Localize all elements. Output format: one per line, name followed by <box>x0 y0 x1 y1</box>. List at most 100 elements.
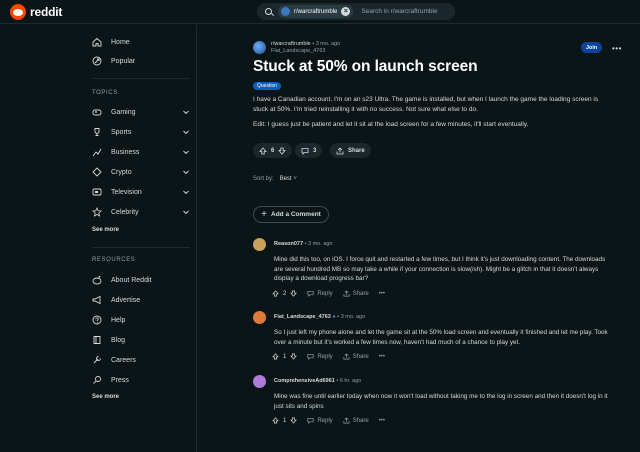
share-button[interactable]: Share <box>343 290 369 297</box>
comment-body: Mine did this too, on iOS. I force quit … <box>274 256 606 282</box>
downvote-icon[interactable] <box>278 147 287 155</box>
subreddit-avatar[interactable] <box>253 41 266 54</box>
left-sidebar: Home Popular TOPICS Gaming Sports Busine… <box>84 25 197 452</box>
comment-body: So I just left my phone alone and let th… <box>274 329 608 346</box>
sidebar-item-crypto[interactable]: Crypto <box>92 164 190 180</box>
divider <box>92 78 190 79</box>
comment-icon <box>307 290 314 297</box>
comment-time: • 3 mo. ago <box>304 241 333 247</box>
sidebar-item-label: About Reddit <box>111 276 152 284</box>
subreddit-search-chip[interactable]: r/warcraftrumble × <box>278 5 354 18</box>
comments-button[interactable]: 3 <box>295 143 323 158</box>
chevron-down-icon[interactable] <box>182 148 190 156</box>
see-more-topics-button[interactable]: See more <box>92 227 119 233</box>
crypto-icon <box>92 167 102 177</box>
sidebar-item-blog[interactable]: Blog <box>92 332 190 348</box>
comment-author[interactable]: Flat_Landscape_4763 <box>274 314 331 320</box>
post-author[interactable]: Flat_Landscape_4763 <box>271 48 340 54</box>
comment-author[interactable]: ComprehensiveAd6961 <box>274 378 335 384</box>
upvote-icon[interactable] <box>272 353 279 360</box>
reply-button[interactable]: Reply <box>307 417 333 424</box>
comment-icon <box>307 417 314 424</box>
add-comment-button[interactable]: + Add a Comment <box>253 206 329 223</box>
search-bar[interactable]: r/warcraftrumble × Search in r/warcraftr… <box>257 3 455 20</box>
post-meta: r/warcraftrumble • 3 mo. ago Flat_Landsc… <box>271 41 340 54</box>
sidebar-item-press[interactable]: Press <box>92 372 190 388</box>
downvote-icon[interactable] <box>290 353 298 360</box>
sidebar-item-advertise[interactable]: Advertise <box>92 292 190 308</box>
reply-label: Reply <box>317 353 333 360</box>
mic-icon <box>92 375 102 385</box>
sidebar-item-celebrity[interactable]: Celebrity <box>92 204 190 220</box>
avatar[interactable] <box>253 238 266 251</box>
search-input[interactable]: Search in r/warcraftrumble <box>361 8 437 15</box>
post-flair[interactable]: Question <box>253 82 282 90</box>
reddit-logo[interactable]: reddit <box>10 4 62 20</box>
reddit-snoo-icon <box>10 4 26 20</box>
comment-vote-count: 2 <box>283 290 287 297</box>
sidebar-item-gaming[interactable]: Gaming <box>92 104 190 120</box>
sidebar-item-popular[interactable]: Popular <box>92 53 190 69</box>
sidebar-item-label: Popular <box>111 57 136 65</box>
add-comment-label: Add a Comment <box>271 211 321 218</box>
chart-icon <box>92 147 102 157</box>
logo-text: reddit <box>30 5 63 19</box>
close-icon[interactable]: × <box>341 7 351 16</box>
comment-header: Reason077 • 3 mo. ago <box>274 241 333 247</box>
tv-icon <box>92 187 102 197</box>
top-bar: reddit r/warcraftrumble × Search in r/wa… <box>0 0 640 24</box>
share-label: Share <box>352 353 369 360</box>
sidebar-item-careers[interactable]: Careers <box>92 352 190 368</box>
sidebar-item-label: Television <box>111 188 142 196</box>
comment-vote-count: 1 <box>283 417 287 424</box>
subreddit-line: r/warcraftrumble • 3 mo. ago <box>271 41 340 47</box>
sort-value[interactable]: Best <box>280 176 292 182</box>
share-button[interactable]: Share <box>343 417 369 424</box>
more-options-icon[interactable]: ••• <box>379 354 385 360</box>
sidebar-item-about-reddit[interactable]: About Reddit <box>92 272 190 288</box>
upvote-icon[interactable] <box>259 146 267 155</box>
comment-votes: 2 <box>272 290 298 297</box>
share-button[interactable]: Share <box>330 143 371 158</box>
upvote-icon[interactable] <box>272 290 279 297</box>
sidebar-item-sports[interactable]: Sports <box>92 124 190 140</box>
sidebar-item-business[interactable]: Business <box>92 144 190 160</box>
sidebar-item-television[interactable]: Television <box>92 184 190 200</box>
more-options-icon[interactable]: ••• <box>612 44 622 53</box>
sidebar-item-label: Careers <box>111 356 136 364</box>
share-button[interactable]: Share <box>343 353 369 360</box>
comment: Reason077 • 3 mo. ago Mine did this too,… <box>253 238 613 302</box>
popular-icon <box>92 56 102 66</box>
chevron-down-icon[interactable] <box>182 208 190 216</box>
sidebar-item-help[interactable]: Help <box>92 312 190 328</box>
avatar[interactable] <box>253 311 266 324</box>
help-icon <box>92 315 102 325</box>
more-options-icon[interactable]: ••• <box>379 418 385 424</box>
subreddit-link[interactable]: r/warcraftrumble <box>271 41 311 47</box>
reddit-icon <box>92 275 102 285</box>
join-button[interactable]: Join <box>581 42 602 53</box>
comment-header: ComprehensiveAd6961 • 6 hr. ago <box>274 378 361 384</box>
reply-button[interactable]: Reply <box>307 353 333 360</box>
reply-button[interactable]: Reply <box>307 290 333 297</box>
wrench-icon <box>92 355 102 365</box>
chevron-down-icon[interactable] <box>182 188 190 196</box>
downvote-icon[interactable] <box>290 417 298 424</box>
avatar[interactable] <box>253 375 266 388</box>
sidebar-item-label: Advertise <box>111 296 141 304</box>
more-options-icon[interactable]: ••• <box>379 291 385 297</box>
sidebar-item-label: Press <box>111 376 129 384</box>
chevron-down-icon[interactable] <box>182 108 190 116</box>
chevron-down-icon[interactable] <box>182 128 190 136</box>
sidebar-item-label: Home <box>111 38 130 46</box>
downvote-icon[interactable] <box>290 290 298 297</box>
upvote-icon[interactable] <box>272 417 279 424</box>
chip-label: r/warcraftrumble <box>294 8 338 15</box>
sidebar-item-home[interactable]: Home <box>92 34 190 50</box>
sidebar-item-label: Blog <box>111 336 126 344</box>
sort-control[interactable]: Sort by: Best ˅ <box>253 176 297 182</box>
comment-vote-count: 1 <box>283 353 287 360</box>
chevron-down-icon[interactable] <box>182 168 190 176</box>
see-more-resources-button[interactable]: See more <box>92 394 119 400</box>
comment-author[interactable]: Reason077 <box>274 241 303 247</box>
